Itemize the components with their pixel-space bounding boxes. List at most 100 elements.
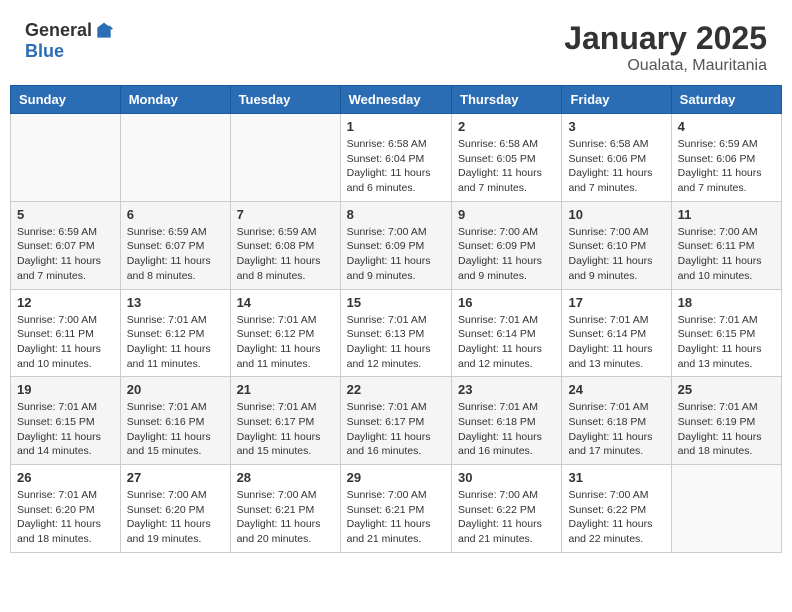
calendar-cell: 23 Sunrise: 7:01 AMSunset: 6:18 PMDayligh…	[452, 377, 562, 465]
calendar-cell: 10 Sunrise: 7:00 AMSunset: 6:10 PMDayligh…	[562, 201, 671, 289]
day-number: 15	[347, 295, 445, 310]
calendar-cell: 25 Sunrise: 7:01 AMSunset: 6:19 PMDayligh…	[671, 377, 781, 465]
day-info: Sunrise: 7:01 AMSunset: 6:16 PMDaylight:…	[127, 400, 224, 459]
calendar-cell: 12 Sunrise: 7:00 AMSunset: 6:11 PMDayligh…	[11, 289, 121, 377]
calendar-cell: 9Sunrise: 7:00 AMSunset: 6:09 PMDaylight…	[452, 201, 562, 289]
day-number: 26	[17, 470, 114, 485]
day-number: 12	[17, 295, 114, 310]
calendar-cell: 20 Sunrise: 7:01 AMSunset: 6:16 PMDayligh…	[120, 377, 230, 465]
calendar-cell: 4 Sunrise: 6:59 AMSunset: 6:06 PMDaylight…	[671, 114, 781, 202]
day-number: 4	[678, 119, 775, 134]
day-info: Sunrise: 7:01 AMSunset: 6:18 PMDaylight:…	[458, 400, 555, 459]
calendar-week-3: 12 Sunrise: 7:00 AMSunset: 6:11 PMDayligh…	[11, 289, 782, 377]
calendar-cell	[230, 114, 340, 202]
calendar-cell: 16 Sunrise: 7:01 AMSunset: 6:14 PMDayligh…	[452, 289, 562, 377]
day-info: Sunrise: 7:00 AMSunset: 6:11 PMDaylight:…	[17, 313, 114, 372]
day-info: Sunrise: 7:01 AMSunset: 6:12 PMDaylight:…	[237, 313, 334, 372]
day-info: Sunrise: 7:00 AMSunset: 6:21 PMDaylight:…	[347, 488, 445, 547]
day-info: Sunrise: 7:01 AMSunset: 6:14 PMDaylight:…	[568, 313, 664, 372]
title-block: January 2025 Oualata, Mauritania	[564, 20, 767, 75]
day-number: 23	[458, 382, 555, 397]
location-title: Oualata, Mauritania	[564, 57, 767, 75]
calendar-cell: 30 Sunrise: 7:00 AMSunset: 6:22 PMDayligh…	[452, 465, 562, 553]
day-info: Sunrise: 7:00 AMSunset: 6:21 PMDaylight:…	[237, 488, 334, 547]
day-info: Sunrise: 7:01 AMSunset: 6:19 PMDaylight:…	[678, 400, 775, 459]
day-number: 20	[127, 382, 224, 397]
day-info: Sunrise: 6:58 AMSunset: 6:04 PMDaylight:…	[347, 137, 445, 196]
calendar-cell: 2 Sunrise: 6:58 AMSunset: 6:05 PMDaylight…	[452, 114, 562, 202]
calendar-cell: 6 Sunrise: 6:59 AMSunset: 6:07 PMDaylight…	[120, 201, 230, 289]
calendar-cell: 3Sunrise: 6:58 AMSunset: 6:06 PMDaylight…	[562, 114, 671, 202]
dow-header-friday: Friday	[562, 86, 671, 114]
day-number: 29	[347, 470, 445, 485]
calendar-cell: 26 Sunrise: 7:01 AMSunset: 6:20 PMDayligh…	[11, 465, 121, 553]
dow-header-saturday: Saturday	[671, 86, 781, 114]
day-info: Sunrise: 7:01 AMSunset: 6:17 PMDaylight:…	[347, 400, 445, 459]
day-number: 27	[127, 470, 224, 485]
day-info: Sunrise: 7:01 AMSunset: 6:12 PMDaylight:…	[127, 313, 224, 372]
day-info: Sunrise: 6:59 AMSunset: 6:06 PMDaylight:…	[678, 137, 775, 196]
day-number: 10	[568, 207, 664, 222]
day-number: 22	[347, 382, 445, 397]
calendar-week-1: 1Sunrise: 6:58 AMSunset: 6:04 PMDaylight…	[11, 114, 782, 202]
calendar-cell: 31 Sunrise: 7:00 AMSunset: 6:22 PMDayligh…	[562, 465, 671, 553]
day-info: Sunrise: 6:59 AMSunset: 6:08 PMDaylight:…	[237, 225, 334, 284]
calendar-week-5: 26 Sunrise: 7:01 AMSunset: 6:20 PMDayligh…	[11, 465, 782, 553]
calendar-week-2: 5 Sunrise: 6:59 AMSunset: 6:07 PMDaylight…	[11, 201, 782, 289]
logo-blue-text: Blue	[25, 41, 64, 62]
page-header: General Blue January 2025 Oualata, Mauri…	[10, 10, 782, 80]
day-info: Sunrise: 7:01 AMSunset: 6:15 PMDaylight:…	[17, 400, 114, 459]
day-info: Sunrise: 7:00 AMSunset: 6:22 PMDaylight:…	[458, 488, 555, 547]
logo-general-text: General	[25, 20, 92, 41]
day-info: Sunrise: 7:01 AMSunset: 6:17 PMDaylight:…	[237, 400, 334, 459]
day-number: 25	[678, 382, 775, 397]
calendar-cell: 1Sunrise: 6:58 AMSunset: 6:04 PMDaylight…	[340, 114, 451, 202]
calendar-cell: 5 Sunrise: 6:59 AMSunset: 6:07 PMDaylight…	[11, 201, 121, 289]
calendar-cell: 18 Sunrise: 7:01 AMSunset: 6:15 PMDayligh…	[671, 289, 781, 377]
day-number: 11	[678, 207, 775, 222]
day-number: 9	[458, 207, 555, 222]
day-number: 16	[458, 295, 555, 310]
day-number: 21	[237, 382, 334, 397]
day-number: 31	[568, 470, 664, 485]
calendar-cell: 8 Sunrise: 7:00 AMSunset: 6:09 PMDaylight…	[340, 201, 451, 289]
calendar-cell: 27Sunrise: 7:00 AMSunset: 6:20 PMDayligh…	[120, 465, 230, 553]
day-number: 17	[568, 295, 664, 310]
day-info: Sunrise: 7:00 AMSunset: 6:10 PMDaylight:…	[568, 225, 664, 284]
day-info: Sunrise: 7:00 AMSunset: 6:11 PMDaylight:…	[678, 225, 775, 284]
calendar-body: 1Sunrise: 6:58 AMSunset: 6:04 PMDaylight…	[11, 114, 782, 553]
day-number: 24	[568, 382, 664, 397]
calendar-table: SundayMondayTuesdayWednesdayThursdayFrid…	[10, 85, 782, 553]
day-number: 7	[237, 207, 334, 222]
day-of-week-row: SundayMondayTuesdayWednesdayThursdayFrid…	[11, 86, 782, 114]
calendar-cell: 28Sunrise: 7:00 AMSunset: 6:21 PMDayligh…	[230, 465, 340, 553]
day-info: Sunrise: 7:00 AMSunset: 6:22 PMDaylight:…	[568, 488, 664, 547]
dow-header-tuesday: Tuesday	[230, 86, 340, 114]
day-number: 30	[458, 470, 555, 485]
day-number: 8	[347, 207, 445, 222]
day-info: Sunrise: 6:59 AMSunset: 6:07 PMDaylight:…	[17, 225, 114, 284]
calendar-cell: 19Sunrise: 7:01 AMSunset: 6:15 PMDayligh…	[11, 377, 121, 465]
calendar-cell: 24Sunrise: 7:01 AMSunset: 6:18 PMDayligh…	[562, 377, 671, 465]
dow-header-thursday: Thursday	[452, 86, 562, 114]
day-number: 18	[678, 295, 775, 310]
calendar-cell: 17 Sunrise: 7:01 AMSunset: 6:14 PMDayligh…	[562, 289, 671, 377]
day-number: 5	[17, 207, 114, 222]
day-info: Sunrise: 7:01 AMSunset: 6:20 PMDaylight:…	[17, 488, 114, 547]
day-info: Sunrise: 6:58 AMSunset: 6:05 PMDaylight:…	[458, 137, 555, 196]
calendar-cell	[671, 465, 781, 553]
day-number: 2	[458, 119, 555, 134]
calendar-cell: 7 Sunrise: 6:59 AMSunset: 6:08 PMDaylight…	[230, 201, 340, 289]
dow-header-sunday: Sunday	[11, 86, 121, 114]
day-info: Sunrise: 7:01 AMSunset: 6:15 PMDaylight:…	[678, 313, 775, 372]
day-info: Sunrise: 6:59 AMSunset: 6:07 PMDaylight:…	[127, 225, 224, 284]
day-number: 6	[127, 207, 224, 222]
calendar-cell	[120, 114, 230, 202]
day-info: Sunrise: 7:00 AMSunset: 6:09 PMDaylight:…	[347, 225, 445, 284]
calendar-cell	[11, 114, 121, 202]
calendar-cell: 15 Sunrise: 7:01 AMSunset: 6:13 PMDayligh…	[340, 289, 451, 377]
day-info: Sunrise: 7:01 AMSunset: 6:14 PMDaylight:…	[458, 313, 555, 372]
calendar-cell: 14Sunrise: 7:01 AMSunset: 6:12 PMDayligh…	[230, 289, 340, 377]
day-info: Sunrise: 7:01 AMSunset: 6:13 PMDaylight:…	[347, 313, 445, 372]
dow-header-monday: Monday	[120, 86, 230, 114]
